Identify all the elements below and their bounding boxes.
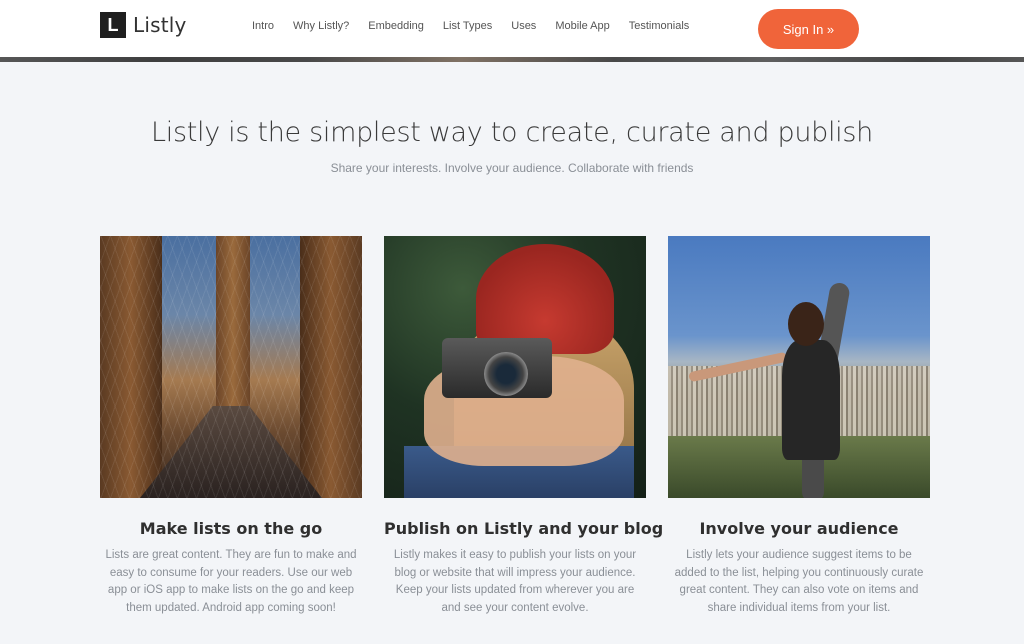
card-text: Listly lets your audience suggest items … (674, 549, 924, 614)
nav-link-intro[interactable]: Intro (252, 20, 274, 32)
feature-card-audience: Involve your audience Listly lets your a… (668, 236, 930, 617)
nav-link-why-listly[interactable]: Why Listly? (293, 20, 349, 32)
nav-link-uses[interactable]: Uses (511, 20, 536, 32)
top-navbar: L Listly Intro Why Listly? Embedding Lis… (0, 0, 1024, 58)
feature-card-publish: Publish on Listly and your blog Listly m… (384, 236, 664, 617)
logo[interactable]: L Listly (100, 12, 187, 38)
card-text: Lists are great content. They are fun to… (105, 549, 357, 614)
page-headline: Listly is the simplest way to create, cu… (151, 117, 873, 148)
feature-card-mobile: Make lists on the go Lists are great con… (100, 236, 362, 617)
nav-link-embedding[interactable]: Embedding (368, 20, 424, 32)
logo-mark-icon: L (100, 12, 126, 38)
hero-image-strip (0, 57, 1024, 62)
nav-link-list-types[interactable]: List Types (443, 20, 492, 32)
yoga-photo (668, 236, 930, 498)
card-title: Make lists on the go (139, 519, 323, 538)
nav-links: Intro Why Listly? Embedding List Types U… (252, 20, 708, 32)
photographer-photo (384, 236, 646, 498)
card-text: Listly makes it easy to publish your lis… (393, 549, 637, 614)
card-title: Publish on Listly and your blog (384, 519, 664, 538)
page-subheadline: Share your interests. Involve your audie… (330, 161, 694, 175)
logo-text: Listly (133, 13, 187, 37)
nav-link-mobile-app[interactable]: Mobile App (555, 20, 609, 32)
card-title: Involve your audience (699, 519, 899, 538)
nav-link-testimonials[interactable]: Testimonials (629, 20, 690, 32)
sign-in-button[interactable]: Sign In » (758, 9, 859, 49)
bridge-photo (100, 236, 362, 498)
